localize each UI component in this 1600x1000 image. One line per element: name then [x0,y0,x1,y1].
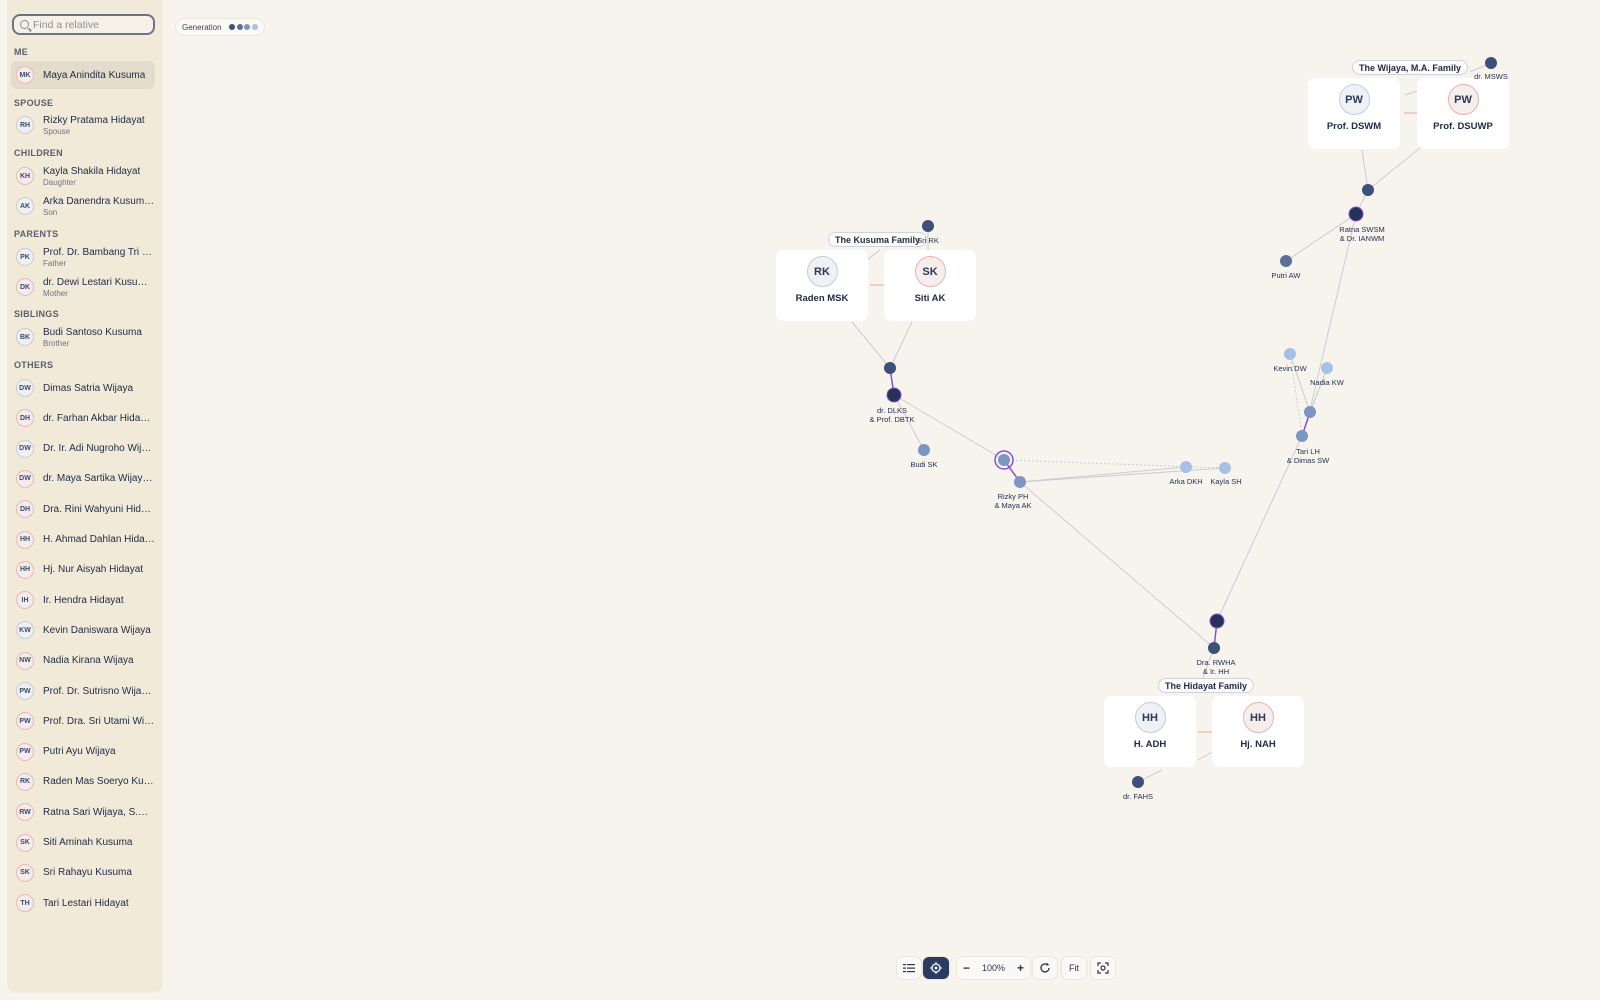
person-node[interactable] [1219,462,1231,474]
node-label: Kayla SH [1210,477,1242,486]
person-card[interactable]: PW Prof. DSWM [1308,78,1400,149]
person-node[interactable] [922,220,934,232]
focus-icon [1097,962,1109,974]
node-label-line: & Dr. IANWM [1339,234,1385,243]
person-node[interactable] [1321,362,1333,374]
person-card-name: Hj. NAH [1240,739,1276,750]
graph-icon [930,962,942,974]
union-node[interactable] [1304,406,1316,418]
person-node[interactable] [1280,255,1292,267]
person-node[interactable] [1284,348,1296,360]
family-label-kusuma: The Kusuma Family [828,232,928,247]
focus-button[interactable] [1091,957,1115,979]
person-node[interactable] [1180,461,1192,473]
node-label: Sri RK [917,236,939,245]
node-label-line: & Ir. HH [1202,667,1230,676]
zoom-level: 100% [981,963,1006,973]
union-node[interactable] [884,362,896,374]
person-card-name: H. ADH [1133,739,1167,750]
node-label: Arka DKH [1169,477,1203,486]
zoom-controls: − 100% + [957,957,1030,979]
edge [1197,751,1213,761]
avatar: SK [914,256,946,287]
node-label-line: dr. DLKS [876,406,908,415]
person-card-name: Raden MSK [795,293,849,304]
avatar: PW [1338,84,1370,115]
reset-button[interactable] [1033,957,1057,979]
edge [851,321,891,369]
node-label-line: Rizky PH [997,492,1029,501]
node-label: Ratna SWSM & Dr. IANWM [1339,225,1384,243]
refresh-icon [1040,962,1050,973]
person-node[interactable] [1132,776,1144,788]
node-label: Kevin DW [1273,364,1307,373]
node-label: dr. FAHS [1122,792,1154,801]
edge [866,249,881,261]
union-node[interactable] [1208,642,1220,654]
union-node[interactable] [1296,430,1308,442]
zoom-in-button[interactable]: + [1017,961,1024,975]
node-label-line: & Prof. DBTK [869,415,915,424]
fit-button[interactable]: Fit [1062,957,1086,979]
node-label: Putri AW [1271,271,1301,280]
union-node[interactable] [1014,476,1026,488]
node-label: Rizky PH & Maya AK [994,492,1031,510]
avatar: PW [1447,84,1479,115]
zoom-out-button[interactable]: − [963,961,970,975]
family-label-hidayat: The Hidayat Family [1158,678,1255,693]
person-node[interactable] [918,444,930,456]
person-card[interactable]: HH Hj. NAH [1212,696,1304,767]
person-card-name: Prof. DSWM [1326,121,1382,132]
node-label-line: Dra. RWHA [1196,658,1236,667]
node-label-line: & Maya AK [994,501,1032,510]
node-label-line: Ratna SWSM [1339,225,1385,234]
edge [889,321,913,369]
edge [1019,481,1215,649]
edge [893,394,1005,461]
node-label: Budi SK [910,460,938,469]
list-view-button[interactable] [897,957,921,979]
node-label-line: & Dimas SW [1286,456,1330,465]
union-node[interactable] [1348,206,1364,222]
edge [1367,147,1421,191]
union-node[interactable] [886,387,902,403]
union-node-self[interactable] [998,454,1010,466]
node-label: Tari LH & Dimas SW [1287,447,1330,465]
edge [1289,353,1311,413]
person-node[interactable] [1485,57,1497,69]
avatar: RK [806,256,838,287]
edge [1019,466,1187,483]
union-node[interactable] [1209,613,1225,629]
family-graph [851,57,1497,788]
graph-view-button[interactable] [923,957,949,979]
person-card-name: Siti AK [914,293,946,304]
node-label-line: Tari LH [1296,447,1320,456]
person-card-name: Prof. DSUWP [1433,121,1493,132]
person-card[interactable]: HH H. ADH [1104,696,1196,767]
union-node[interactable] [1362,184,1374,196]
edge [1361,149,1369,191]
person-card[interactable]: PW Prof. DSUWP [1417,78,1509,149]
family-label-wijaya: The Wijaya, M.A. Family [1352,60,1468,75]
person-card[interactable]: RK Raden MSK [776,250,868,321]
node-label: dr. MSWS [1474,72,1508,81]
node-label: Dra. RWHA & Ir. HH [1196,658,1235,676]
avatar: HH [1134,702,1166,733]
avatar: HH [1242,702,1274,733]
person-card[interactable]: SK Siti AK [884,250,976,321]
node-label: Nadia KW [1310,378,1344,387]
list-icon [903,964,915,973]
node-label: dr. DLKS & Prof. DBTK [869,406,914,424]
